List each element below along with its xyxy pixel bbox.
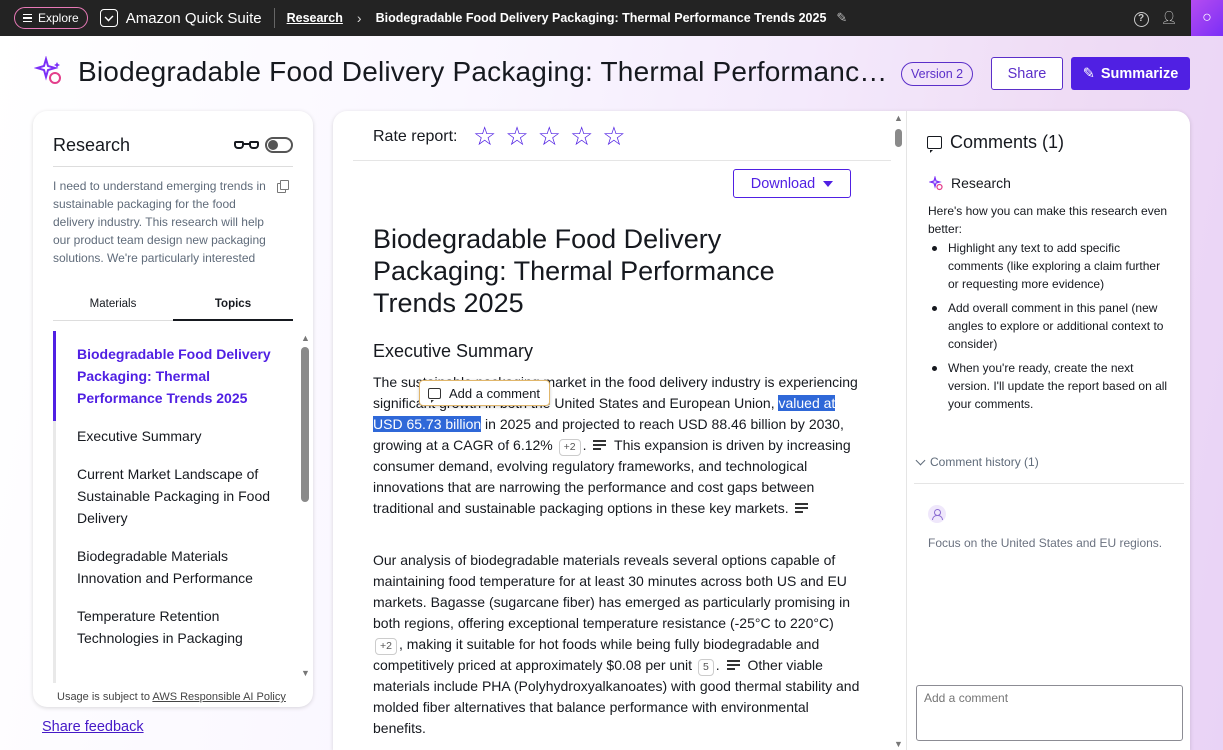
research-assistant-label: Research <box>929 175 1011 191</box>
comment-icon <box>927 136 942 153</box>
edit-title-pencil-icon[interactable]: ✎ <box>836 10 847 26</box>
text-run: . <box>582 437 591 453</box>
download-button[interactable]: Download <box>733 169 851 198</box>
star-3-icon[interactable]: ☆ <box>538 123 561 149</box>
scrollbar-thumb[interactable] <box>895 129 902 147</box>
comments-title: Comments (1) <box>927 132 1064 153</box>
rating-divider <box>353 160 891 161</box>
comments-divider <box>914 483 1184 484</box>
comments-tips-list: Highlight any text to add specific comme… <box>928 239 1173 419</box>
chevron-down-icon <box>915 455 926 465</box>
usage-notice: Usage is subject to AWS Responsible AI P… <box>57 691 286 703</box>
page-header: Biodegradable Food Delivery Packaging: T… <box>0 36 1223 110</box>
history-comment-text: Focus on the United States and EU region… <box>928 536 1163 550</box>
download-label: Download <box>750 175 816 192</box>
sidebar-tabs: Materials Topics <box>53 293 293 321</box>
sources-list-icon[interactable] <box>794 502 810 514</box>
topbar-divider <box>273 8 275 28</box>
scrollbar-thumb[interactable] <box>301 347 309 502</box>
toc-item-materials-innovation[interactable]: Biodegradable Materials Innovation and P… <box>53 537 273 597</box>
summarize-label: Summarize <box>1100 65 1179 82</box>
toc-item-title[interactable]: Biodegradable Food Delivery Packaging: T… <box>53 331 273 421</box>
version-badge[interactable]: Version 2 <box>901 62 974 86</box>
toc-item-executive-summary[interactable]: Executive Summary <box>53 417 273 455</box>
quick-assistant-button[interactable]: ○ <box>1191 0 1223 36</box>
usage-prefix: Usage is subject to <box>57 691 150 703</box>
brand-name: Amazon Quick Suite <box>125 9 262 27</box>
executive-summary-paragraph-2[interactable]: Our analysis of biodegradable materials … <box>373 550 863 739</box>
summarize-button[interactable]: ✎ Summarize <box>1071 57 1190 90</box>
scroll-down-icon[interactable]: ▼ <box>894 739 903 749</box>
top-bar: Explore Amazon Quick Suite Research › Bi… <box>0 0 1223 36</box>
toc-item-temperature-retention[interactable]: Temperature Retention Technologies in Pa… <box>53 597 273 657</box>
text-run: . <box>715 657 724 673</box>
breadcrumb-current: Biodegradable Food Delivery Packaging: T… <box>375 11 827 25</box>
glasses-icon <box>234 141 259 151</box>
sources-list-icon[interactable] <box>726 659 742 671</box>
breadcrumb-research-link[interactable]: Research <box>287 11 343 25</box>
add-comment-input[interactable] <box>916 685 1183 741</box>
user-profile-icon[interactable]: 👤︎ <box>1155 10 1183 26</box>
share-feedback-link[interactable]: Share feedback <box>42 719 144 735</box>
research-label-text: Research <box>951 175 1011 191</box>
responsible-ai-policy-link[interactable]: AWS Responsible AI Policy <box>152 691 285 703</box>
list-item: Add overall comment in this panel (new a… <box>928 299 1173 353</box>
citation-badge[interactable]: +2 <box>375 638 397 655</box>
share-button[interactable]: Share <box>991 57 1063 90</box>
report-column: Rate report: ☆ ☆ ☆ ☆ ☆ Download Biodegra… <box>333 111 906 750</box>
comment-history-label: Comment history (1) <box>930 455 1039 469</box>
help-icon[interactable]: ? <box>1127 9 1155 27</box>
comments-intro: Here's how you can make this research ev… <box>928 204 1168 236</box>
caret-down-icon <box>823 180 834 187</box>
report-scrollbar[interactable]: ▲ ▼ <box>892 111 904 750</box>
copy-icon[interactable] <box>277 180 289 193</box>
comment-bubble-icon <box>428 387 441 403</box>
comments-panel: Comments (1) Research Here's how you can… <box>906 111 1190 750</box>
reading-mode-toggle[interactable] <box>265 137 293 153</box>
citation-badge[interactable]: 5 <box>697 659 714 676</box>
summarize-sparkle-icon: ✎ <box>1082 65 1095 82</box>
scroll-down-icon[interactable]: ▼ <box>301 668 310 678</box>
sidebar-divider <box>53 166 293 167</box>
research-sparkle-icon <box>34 56 61 84</box>
rating-stars: ☆ ☆ ☆ ☆ ☆ <box>473 123 626 149</box>
research-sparkle-icon <box>929 175 943 190</box>
text-run: Our analysis of biodegradable materials … <box>373 552 850 631</box>
rate-report-label: Rate report: <box>373 128 458 145</box>
explore-button[interactable]: Explore <box>14 7 88 29</box>
star-1-icon[interactable]: ☆ <box>473 123 496 149</box>
breadcrumb-chevron-icon: › <box>356 10 362 26</box>
star-4-icon[interactable]: ☆ <box>570 123 593 149</box>
sources-list-icon[interactable] <box>592 439 608 451</box>
page-title: Biodegradable Food Delivery Packaging: T… <box>78 56 888 87</box>
star-2-icon[interactable]: ☆ <box>505 123 528 149</box>
tab-topics[interactable]: Topics <box>173 293 293 321</box>
star-5-icon[interactable]: ☆ <box>602 123 625 149</box>
main-panel: Rate report: ☆ ☆ ☆ ☆ ☆ Download Biodegra… <box>333 111 1190 750</box>
add-comment-tooltip[interactable]: Add a comment <box>419 380 550 406</box>
section-heading: Executive Summary <box>373 341 534 361</box>
table-of-contents: Biodegradable Food Delivery Packaging: T… <box>53 331 298 683</box>
toc-item-market-landscape[interactable]: Current Market Landscape of Sustainable … <box>53 455 273 537</box>
research-prompt-text: I need to understand emerging trends in … <box>53 179 266 265</box>
list-item: When you're ready, create the next versi… <box>928 359 1173 413</box>
comments-title-text: Comments (1) <box>950 132 1065 152</box>
research-sidebar: Research I need to understand emerging t… <box>33 111 313 707</box>
citation-badge[interactable]: +2 <box>558 439 581 456</box>
scroll-up-icon[interactable]: ▲ <box>301 333 310 343</box>
quick-suite-logo-icon <box>99 9 118 27</box>
sidebar-title: Research <box>53 135 131 155</box>
list-item: Highlight any text to add specific comme… <box>928 239 1173 293</box>
explore-label: Explore <box>38 11 79 25</box>
add-comment-tooltip-label: Add a comment <box>449 385 541 401</box>
menu-icon <box>23 12 32 25</box>
scroll-up-icon[interactable]: ▲ <box>894 113 903 123</box>
report-title: Biodegradable Food Delivery Packaging: T… <box>373 224 775 318</box>
user-avatar-icon <box>928 505 946 523</box>
comment-history-toggle[interactable]: Comment history (1) <box>915 455 1039 469</box>
sidebar-scrollbar[interactable]: ▲ ▼ <box>300 333 310 678</box>
tab-materials[interactable]: Materials <box>53 293 173 321</box>
